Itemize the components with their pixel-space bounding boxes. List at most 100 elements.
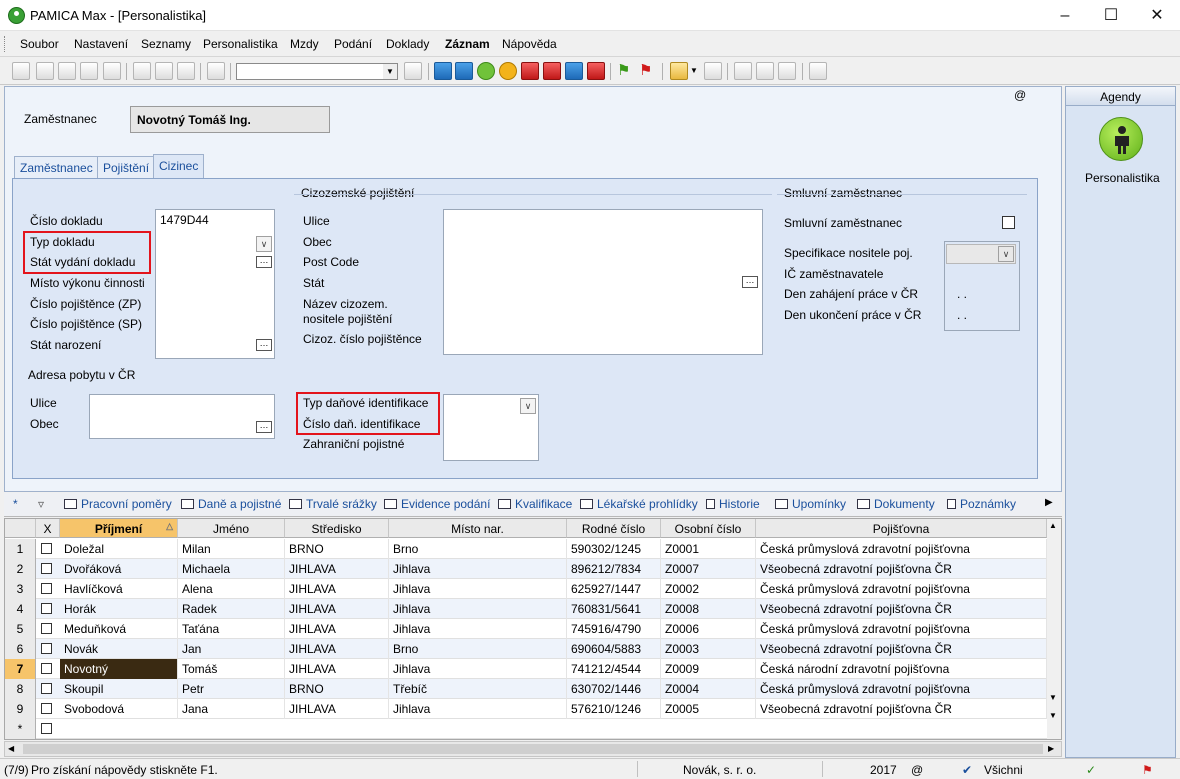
table-row[interactable]: 1 Doležal Milan BRNO Brno 590302/1245 Z0001 Čes… xyxy=(5,539,1047,559)
tab-trvale-srazky[interactable]: Trvalé srážky xyxy=(289,497,377,511)
cell-poj[interactable]: Všeobecná zdravotní pojišťovna ČR xyxy=(756,599,1047,619)
first-record-icon[interactable] xyxy=(12,62,30,80)
table-row[interactable]: 2 Dvořáková Michaela JIHLAVA Jihlava 896212/7… xyxy=(5,559,1047,579)
cell-rc[interactable]: 896212/7834 xyxy=(567,559,661,579)
print-preview-icon[interactable] xyxy=(80,62,98,80)
contract-checkbox[interactable] xyxy=(1002,216,1015,229)
personalistika-agenda-icon[interactable] xyxy=(1099,117,1143,161)
report-icon[interactable] xyxy=(778,62,796,80)
cell-stredisko[interactable]: BRNO xyxy=(285,539,389,559)
address-picker-icon[interactable]: … xyxy=(256,421,272,433)
tax-type-dropdown-icon[interactable]: ∨ xyxy=(520,398,536,414)
tab-zamestnanec[interactable]: Zaměstnanec xyxy=(14,156,99,178)
cell-rc[interactable]: 690604/5883 xyxy=(567,639,661,659)
cell-oc[interactable]: Z0006 xyxy=(661,619,756,639)
record-nav-asterisk[interactable]: * xyxy=(13,497,18,511)
row-checkbox[interactable] xyxy=(41,703,52,714)
cell-prijmeni[interactable]: Novotný xyxy=(60,659,178,679)
menu-podani[interactable]: Podání xyxy=(334,37,372,51)
filter-icon[interactable] xyxy=(404,62,422,80)
cell-poj[interactable]: Všeobecná zdravotní pojišťovna ČR xyxy=(756,559,1047,579)
cell-oc[interactable]: Z0005 xyxy=(661,699,756,719)
row-checkbox[interactable] xyxy=(41,623,52,634)
cell-misto[interactable]: Jihlava xyxy=(389,699,567,719)
cell-prijmeni[interactable]: Novák xyxy=(60,639,178,659)
cell-jmeno[interactable]: Alena xyxy=(178,579,285,599)
cell-misto[interactable]: Jihlava xyxy=(389,579,567,599)
horizontal-scrollbar[interactable]: ◀ ▶ xyxy=(4,741,1062,757)
tab-cizinec[interactable]: Cizinec xyxy=(153,154,205,178)
tab-lekarske-prohlidky[interactable]: Lékařské prohlídky xyxy=(580,497,698,511)
cell-misto[interactable]: Brno xyxy=(389,539,567,559)
cell-prijmeni[interactable]: Doležal xyxy=(60,539,178,559)
row-checkbox[interactable] xyxy=(41,683,52,694)
red-flag-icon[interactable]: ⚑ xyxy=(639,62,657,80)
column-header-osobni-cislo[interactable]: Osobní číslo xyxy=(661,519,756,538)
cell-jmeno[interactable]: Tomáš xyxy=(178,659,285,679)
cell-rc[interactable]: 630702/1446 xyxy=(567,679,661,699)
cell-oc[interactable]: Z0004 xyxy=(661,679,756,699)
cell-stredisko[interactable]: BRNO xyxy=(285,679,389,699)
agenda-item-personalistika[interactable]: Personalistika xyxy=(1085,171,1160,185)
cell-prijmeni[interactable]: Horák xyxy=(60,599,178,619)
column-header-prijmeni[interactable]: Příjmení △ xyxy=(60,519,178,538)
cislo-dokladu-value[interactable]: 1479D44 xyxy=(160,213,209,227)
cell-misto[interactable]: Jihlava xyxy=(389,619,567,639)
menu-seznamy[interactable]: Seznamy xyxy=(141,37,191,51)
cell-stredisko[interactable]: JIHLAVA xyxy=(285,639,389,659)
cell-rc[interactable]: 576210/1246 xyxy=(567,699,661,719)
row-checkbox[interactable] xyxy=(41,583,52,594)
cell-misto[interactable]: Třebíč xyxy=(389,679,567,699)
employee-name-field[interactable]: Novotný Tomáš Ing. xyxy=(130,106,330,133)
chevron-down-icon[interactable]: ∨ xyxy=(998,246,1014,262)
export-icon[interactable] xyxy=(103,62,121,80)
cell-stredisko[interactable]: JIHLAVA xyxy=(285,659,389,679)
scroll-right-icon[interactable]: ▶ xyxy=(1048,744,1054,753)
cell-rc[interactable]: 741212/4544 xyxy=(567,659,661,679)
cell-stredisko[interactable]: JIHLAVA xyxy=(285,619,389,639)
tab-pracovni-pomery[interactable]: Pracovní poměry xyxy=(64,497,172,511)
foreign-stat-picker-icon[interactable]: … xyxy=(742,276,758,288)
cell-prijmeni[interactable]: Havlíčková xyxy=(60,579,178,599)
cell-jmeno[interactable]: Michaela xyxy=(178,559,285,579)
tab-poznamky[interactable]: Poznámky xyxy=(947,497,1016,511)
menu-nastaveni[interactable]: Nastavení xyxy=(74,37,128,51)
save-icon[interactable] xyxy=(155,62,173,80)
minimize-button[interactable]: – xyxy=(1042,0,1088,31)
scroll-down-icon[interactable]: ▼ xyxy=(1049,693,1057,702)
copy-icon[interactable] xyxy=(207,62,225,80)
list-icon[interactable] xyxy=(756,62,774,80)
stat-narozeni-picker-icon[interactable]: … xyxy=(256,339,272,351)
save-all-icon[interactable] xyxy=(177,62,195,80)
toolbar-combo[interactable]: ▼ xyxy=(236,63,398,80)
menu-doklady[interactable]: Doklady xyxy=(386,37,429,51)
cell-stredisko[interactable]: JIHLAVA xyxy=(285,599,389,619)
cell-misto[interactable]: Brno xyxy=(389,639,567,659)
tab-historie[interactable]: Historie xyxy=(706,497,760,511)
cell-rc[interactable]: 760831/5641 xyxy=(567,599,661,619)
table-row[interactable]: 6 Novák Jan JIHLAVA Brno 690604/5883 Z0003 Všeo… xyxy=(5,639,1047,659)
cell-oc[interactable]: Z0003 xyxy=(661,639,756,659)
tab-dane-pojistne[interactable]: Daně a pojistné xyxy=(181,497,281,511)
cell-poj[interactable]: Česká národní zdravotní pojišťovna xyxy=(756,659,1047,679)
help-icon[interactable] xyxy=(809,62,827,80)
cell-poj[interactable]: Všeobecná zdravotní pojišťovna ČR xyxy=(756,639,1047,659)
document-values-box[interactable] xyxy=(155,209,275,359)
column-header-pojistovna[interactable]: Pojišťovna xyxy=(756,519,1047,538)
tab-kvalifikace[interactable]: Kvalifikace xyxy=(498,497,572,511)
new-document-icon[interactable] xyxy=(133,62,151,80)
menu-soubor[interactable]: Soubor xyxy=(20,37,59,51)
scroll-last-icon[interactable]: ▼ xyxy=(1049,711,1057,720)
cell-oc[interactable]: Z0008 xyxy=(661,599,756,619)
table-row[interactable]: 8 Skoupil Petr BRNO Třebíč 630702/1446 Z0004 Če… xyxy=(5,679,1047,699)
new-row[interactable]: * xyxy=(5,719,1047,739)
cell-misto[interactable]: Jihlava xyxy=(389,599,567,619)
column-header-misto-nar[interactable]: Místo nar. xyxy=(389,519,567,538)
cell-poj[interactable]: Všeobecná zdravotní pojišťovna ČR xyxy=(756,699,1047,719)
cell-misto[interactable]: Jihlava xyxy=(389,659,567,679)
folder-icon[interactable] xyxy=(670,62,688,80)
row-checkbox[interactable] xyxy=(41,663,52,674)
column-header-jmeno[interactable]: Jméno xyxy=(178,519,285,538)
row-checkbox[interactable] xyxy=(41,723,52,734)
row-checkbox[interactable] xyxy=(41,603,52,614)
